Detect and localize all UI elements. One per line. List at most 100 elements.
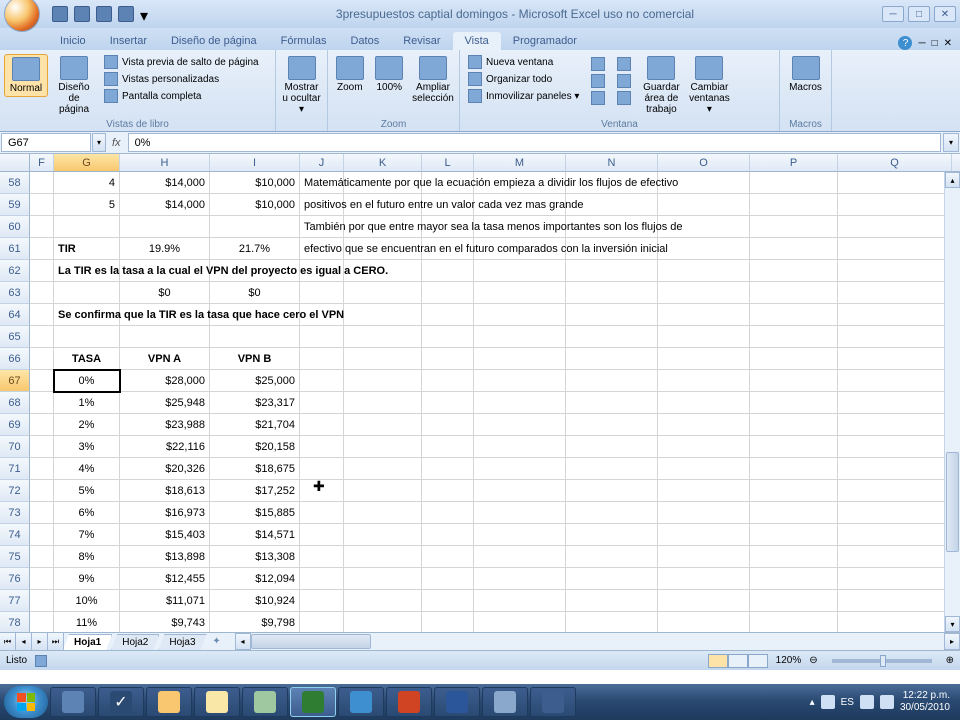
cell-G78[interactable]: 11% <box>54 612 120 632</box>
cell-H68[interactable]: $25,948 <box>120 392 210 414</box>
cell-I73[interactable]: $15,885 <box>210 502 300 524</box>
cell-Q75[interactable] <box>838 546 952 568</box>
cell-P73[interactable] <box>750 502 838 524</box>
cell-H76[interactable]: $12,455 <box>120 568 210 590</box>
cell-I72[interactable]: $17,252 <box>210 480 300 502</box>
cell-N71[interactable] <box>566 458 658 480</box>
cell-I61[interactable]: 21.7% <box>210 238 300 260</box>
zoom-slider[interactable] <box>832 659 932 663</box>
cell-G70[interactable]: 3% <box>54 436 120 458</box>
cell-M68[interactable] <box>474 392 566 414</box>
cell-P62[interactable] <box>750 260 838 282</box>
reset-pos-button[interactable] <box>613 90 635 106</box>
clock[interactable]: 12:22 p.m. 30/05/2010 <box>900 690 950 714</box>
split-button[interactable] <box>587 56 609 72</box>
cell-K77[interactable] <box>344 590 422 612</box>
cell-K74[interactable] <box>344 524 422 546</box>
taskbar-hp-button[interactable] <box>50 687 96 717</box>
volume-icon[interactable] <box>880 695 894 709</box>
cell-K75[interactable] <box>344 546 422 568</box>
cell-P71[interactable] <box>750 458 838 480</box>
cell-L62[interactable] <box>422 260 474 282</box>
col-header-M[interactable]: M <box>474 154 566 171</box>
row-header-76[interactable]: 76 <box>0 568 30 590</box>
arrange-all-button[interactable]: Organizar todo <box>464 71 583 87</box>
cell-N77[interactable] <box>566 590 658 612</box>
cell-I65[interactable] <box>210 326 300 348</box>
cell-G67[interactable]: 0% <box>54 370 120 392</box>
normal-view-button[interactable]: Normal <box>4 54 48 97</box>
cell-M71[interactable] <box>474 458 566 480</box>
cell-J75[interactable] <box>300 546 344 568</box>
cell-H61[interactable]: 19.9% <box>120 238 210 260</box>
cell-M72[interactable] <box>474 480 566 502</box>
new-window-button[interactable]: Nueva ventana <box>464 54 583 70</box>
cell-I66[interactable]: VPN B <box>210 348 300 370</box>
cell-H63[interactable]: $0 <box>120 282 210 304</box>
cell-F68[interactable] <box>30 392 54 414</box>
macro-record-icon[interactable] <box>35 655 47 667</box>
cell-L76[interactable] <box>422 568 474 590</box>
cell-G60[interactable] <box>54 216 120 238</box>
cell-I71[interactable]: $18,675 <box>210 458 300 480</box>
cell-J59[interactable]: positivos en el futuro entre un valor ca… <box>300 194 344 216</box>
cell-N76[interactable] <box>566 568 658 590</box>
switch-windows-button[interactable]: Cambiar ventanas ▾ <box>687 54 731 117</box>
cell-J65[interactable] <box>300 326 344 348</box>
cell-I75[interactable]: $13,308 <box>210 546 300 568</box>
custom-views-button[interactable]: Vistas personalizadas <box>100 71 263 87</box>
sheet-tab-hoja1[interactable]: Hoja1 <box>63 634 112 650</box>
cell-J69[interactable] <box>300 414 344 436</box>
cell-O66[interactable] <box>658 348 750 370</box>
row-header-62[interactable]: 62 <box>0 260 30 282</box>
col-header-P[interactable]: P <box>750 154 838 171</box>
cell-F61[interactable] <box>30 238 54 260</box>
select-all-button[interactable] <box>0 154 30 171</box>
cell-J63[interactable] <box>300 282 344 304</box>
row-header-65[interactable]: 65 <box>0 326 30 348</box>
cell-G59[interactable]: 5 <box>54 194 120 216</box>
cell-M75[interactable] <box>474 546 566 568</box>
cell-J60[interactable]: También por que entre mayor sea la tasa … <box>300 216 344 238</box>
cell-N73[interactable] <box>566 502 658 524</box>
normal-view-sb-button[interactable] <box>708 654 728 668</box>
cell-P66[interactable] <box>750 348 838 370</box>
first-sheet-button[interactable]: ⏮ <box>0 633 16 650</box>
cell-N65[interactable] <box>566 326 658 348</box>
cell-H69[interactable]: $23,988 <box>120 414 210 436</box>
vscroll-thumb[interactable] <box>946 452 959 552</box>
cell-M64[interactable] <box>474 304 566 326</box>
zoom-thumb[interactable] <box>880 655 886 667</box>
cell-H75[interactable]: $13,898 <box>120 546 210 568</box>
row-header-72[interactable]: 72 <box>0 480 30 502</box>
minimize-button[interactable]: ─ <box>882 6 904 22</box>
language-indicator[interactable]: ES <box>841 697 854 708</box>
sync-scroll-button[interactable] <box>613 73 635 89</box>
cell-G64[interactable]: Se confirma que la TIR es la tasa que ha… <box>54 304 120 326</box>
close-button[interactable]: ✕ <box>934 6 956 22</box>
tab-diseno[interactable]: Diseño de página <box>159 32 269 50</box>
cell-N70[interactable] <box>566 436 658 458</box>
show-hide-button[interactable]: Mostrar u ocultar ▾ <box>280 54 323 117</box>
cell-M77[interactable] <box>474 590 566 612</box>
cell-F62[interactable] <box>30 260 54 282</box>
cell-H72[interactable]: $18,613 <box>120 480 210 502</box>
formula-bar-expand[interactable]: ▾ <box>943 133 959 152</box>
cell-J66[interactable] <box>300 348 344 370</box>
cell-O74[interactable] <box>658 524 750 546</box>
row-header-61[interactable]: 61 <box>0 238 30 260</box>
cell-Q72[interactable] <box>838 480 952 502</box>
cell-Q76[interactable] <box>838 568 952 590</box>
cell-O69[interactable] <box>658 414 750 436</box>
cell-K66[interactable] <box>344 348 422 370</box>
unhide-button[interactable] <box>587 90 609 106</box>
taskbar-word-button[interactable] <box>434 687 480 717</box>
cell-G63[interactable] <box>54 282 120 304</box>
cell-P63[interactable] <box>750 282 838 304</box>
cell-F69[interactable] <box>30 414 54 436</box>
cell-O62[interactable] <box>658 260 750 282</box>
cell-Q67[interactable] <box>838 370 952 392</box>
cell-M65[interactable] <box>474 326 566 348</box>
cell-M69[interactable] <box>474 414 566 436</box>
cell-N78[interactable] <box>566 612 658 632</box>
